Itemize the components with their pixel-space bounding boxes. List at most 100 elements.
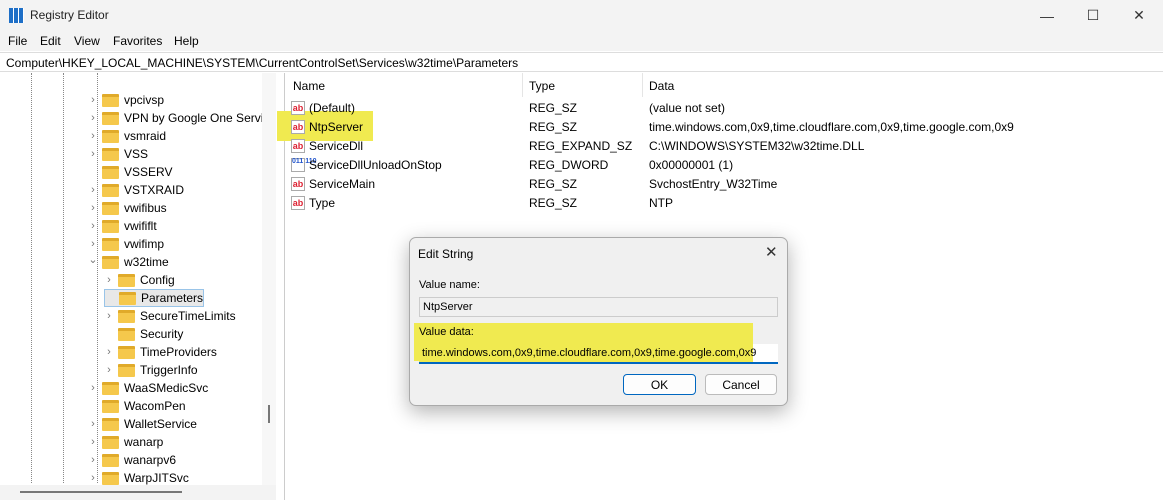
folder-icon: [118, 345, 135, 359]
registry-app-icon: [9, 8, 24, 23]
tree-item-vsmraid[interactable]: › vsmraid: [88, 127, 166, 145]
folder-icon: [102, 417, 119, 431]
column-header-name[interactable]: Name: [293, 79, 325, 93]
chevron-right-icon[interactable]: ›: [88, 148, 98, 160]
chevron-right-icon[interactable]: ›: [104, 274, 114, 286]
address-bar[interactable]: Computer\HKEY_LOCAL_MACHINE\SYSTEM\Curre…: [0, 52, 1163, 72]
value-data: 0x00000001 (1): [649, 158, 734, 172]
value-row[interactable]: 011 110 ServiceDllUnloadOnStop REG_DWORD 0x…: [285, 155, 1155, 174]
value-type: REG_DWORD: [529, 158, 609, 172]
menu-help[interactable]: Help: [174, 34, 199, 48]
chevron-right-icon[interactable]: ›: [88, 454, 98, 466]
tree-item-triggerinfo[interactable]: › TriggerInfo: [104, 361, 197, 379]
value-type: REG_EXPAND_SZ: [529, 139, 633, 153]
tree-item-label: wanarp: [124, 435, 164, 449]
folder-icon: [102, 93, 119, 107]
value-type: REG_SZ: [529, 120, 578, 134]
menu-bar: File Edit View Favorites Help: [0, 31, 1163, 51]
chevron-right-icon[interactable]: ›: [104, 364, 114, 376]
folder-icon: [102, 165, 119, 179]
menu-favorites[interactable]: Favorites: [113, 34, 162, 48]
tree-vertical-scroll-thumb[interactable]: [268, 405, 270, 423]
tree-item-timeproviders[interactable]: › TimeProviders: [104, 343, 217, 361]
value-data: C:\WINDOWS\SYSTEM32\w32time.DLL: [649, 139, 865, 153]
tree-horizontal-scroll-thumb[interactable]: [20, 491, 182, 493]
chevron-right-icon[interactable]: ›: [88, 184, 98, 196]
chevron-down-icon[interactable]: ⌄: [88, 253, 98, 266]
column-header-type[interactable]: Type: [529, 79, 555, 93]
tree-guide-line: [63, 73, 64, 483]
value-name: ServiceDll: [309, 139, 364, 153]
tree-item-wanarpv6[interactable]: › wanarpv6: [88, 451, 176, 469]
value-row[interactable]: ab (Default) REG_SZ (value not set): [285, 98, 1155, 117]
tree-item-vwififlt[interactable]: › vwififlt: [88, 217, 157, 235]
dialog-close-icon[interactable]: ✕: [765, 243, 778, 261]
tree-item-vpcivsp[interactable]: › vpcivsp: [88, 91, 164, 109]
menu-edit[interactable]: Edit: [40, 34, 61, 48]
tree-item-wanarp[interactable]: › wanarp: [88, 433, 163, 451]
chevron-right-icon[interactable]: ›: [88, 418, 98, 430]
value-row[interactable]: ab Type REG_SZ NTP: [285, 193, 1155, 212]
value-name: ServiceDllUnloadOnStop: [309, 158, 442, 172]
chevron-right-icon[interactable]: ›: [88, 202, 98, 214]
chevron-right-icon[interactable]: ›: [88, 220, 98, 232]
chevron-right-icon[interactable]: ›: [88, 94, 98, 106]
tree-item-vpn-by-google-one-servic[interactable]: › VPN by Google One Servic: [88, 109, 269, 127]
maximize-button[interactable]: ☐: [1070, 0, 1116, 31]
binary-value-icon: 011 110: [291, 158, 317, 172]
tree-item-w32time[interactable]: ⌄ w32time: [88, 253, 169, 271]
value-row[interactable]: ab ServiceDll REG_EXPAND_SZ C:\WINDOWS\SYST…: [285, 136, 1155, 155]
tree-item-waasmedicsvc[interactable]: › WaaSMedicSvc: [88, 379, 208, 397]
tree-item-securetimelimits[interactable]: › SecureTimeLimits: [104, 307, 236, 325]
tree-item-vstxraid[interactable]: › VSTXRAID: [88, 181, 184, 199]
menu-file[interactable]: File: [8, 34, 27, 48]
chevron-right-icon[interactable]: ›: [88, 238, 98, 250]
value-data: SvchostEntry_W32Time: [649, 177, 778, 191]
tree-item-vsserv[interactable]: VSSERV: [88, 163, 172, 181]
tree-vertical-scrollbar[interactable]: [262, 73, 276, 485]
key-tree[interactable]: › vpcivsp › VPN by Google One Servic › vsmrai…: [0, 73, 276, 500]
title-bar: Registry Editor — ☐ ✕: [0, 0, 1163, 31]
tree-item-vwifimp[interactable]: › vwifimp: [88, 235, 164, 253]
close-button[interactable]: ✕: [1116, 0, 1162, 31]
tree-item-vwifibus[interactable]: › vwifibus: [88, 199, 167, 217]
chevron-right-icon[interactable]: ›: [88, 130, 98, 142]
column-header-data[interactable]: Data: [649, 79, 674, 93]
tree-item-config[interactable]: › Config: [104, 271, 175, 289]
tree-item-label: VSSERV: [124, 165, 173, 179]
folder-icon: [102, 435, 119, 449]
tree-item-label: Parameters: [141, 291, 204, 305]
folder-icon: [118, 363, 135, 377]
chevron-right-icon[interactable]: ›: [88, 382, 98, 394]
chevron-right-icon[interactable]: ›: [88, 436, 98, 448]
value-data-input[interactable]: time.windows.com,0x9,time.cloudflare.com…: [419, 344, 778, 364]
tree-item-wacompen[interactable]: WacomPen: [88, 397, 186, 415]
minimize-button[interactable]: —: [1024, 0, 1070, 31]
folder-icon: [102, 183, 119, 197]
menu-view[interactable]: View: [74, 34, 100, 48]
chevron-right-icon[interactable]: ›: [104, 310, 114, 322]
folder-icon: [118, 327, 135, 341]
folder-icon: [102, 471, 119, 485]
value-row[interactable]: ab ServiceMain REG_SZ SvchostEntry_W32Time: [285, 174, 1155, 193]
folder-icon: [102, 237, 119, 251]
string-value-icon: ab: [291, 120, 305, 134]
folder-icon: [102, 453, 119, 467]
value-name: Type: [309, 196, 336, 210]
ok-button[interactable]: OK: [623, 374, 696, 395]
tree-item-parameters[interactable]: Parameters: [104, 289, 205, 307]
tree-guide-line: [31, 73, 32, 483]
chevron-right-icon[interactable]: ›: [88, 472, 98, 484]
tree-item-walletservice[interactable]: › WalletService: [88, 415, 197, 433]
value-type: REG_SZ: [529, 177, 578, 191]
tree-item-label: SecureTimeLimits: [140, 309, 236, 323]
chevron-right-icon[interactable]: ›: [104, 346, 114, 358]
cancel-button[interactable]: Cancel: [705, 374, 777, 395]
tree-item-vss[interactable]: › VSS: [88, 145, 148, 163]
tree-item-security[interactable]: Security: [104, 325, 183, 343]
tree-item-label: WacomPen: [124, 399, 186, 413]
value-row[interactable]: ab NtpServer REG_SZ time.windows.com,0x9,ti…: [285, 117, 1155, 136]
chevron-right-icon[interactable]: ›: [88, 112, 98, 124]
tree-item-label: w32time: [124, 255, 169, 269]
tree-item-label: vwifibus: [124, 201, 167, 215]
